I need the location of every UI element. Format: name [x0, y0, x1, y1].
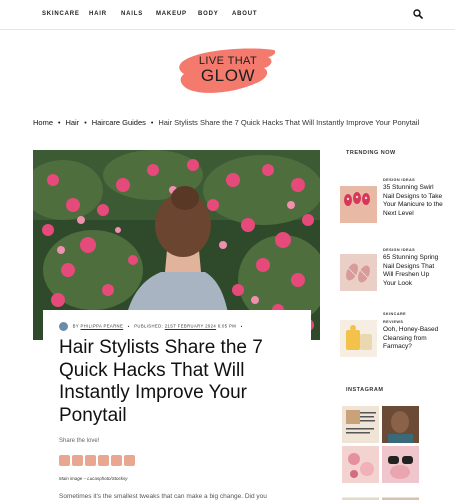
breadcrumb-current: Hair Stylists Share the 7 Quick Hacks Th… — [158, 118, 420, 127]
instagram-post[interactable] — [342, 446, 379, 483]
breadcrumb-separator: • — [58, 120, 61, 127]
article-card: BY PHILIPPA PEARNE • PUBLISHED: 21ST FEB… — [43, 310, 311, 500]
trending-subcategory[interactable]: REVIEWS — [383, 320, 403, 324]
site-logo[interactable]: LIVE THAT GLOW — [176, 44, 280, 100]
nav-skincare[interactable]: SKINCARE — [42, 11, 80, 17]
nav-makeup[interactable]: MAKEUP — [156, 11, 187, 17]
facebook-icon[interactable] — [59, 455, 70, 466]
share-buttons — [59, 453, 137, 471]
trending-thumbnail[interactable] — [340, 320, 377, 357]
trending-title[interactable]: 65 Stunning Spring Nail Designs That Wil… — [383, 254, 443, 288]
top-nav: SKINCARE HAIR NAILS MAKEUP BODY ABOUT — [0, 0, 455, 30]
published-date: 21ST FEBRUARY 2024 — [164, 323, 217, 329]
trending-title[interactable]: 35 Stunning Swirl Nail Designs to Take Y… — [383, 184, 443, 218]
breadcrumb: Home • Hair • Haircare Guides • Hair Stylists … — [33, 118, 419, 127]
meta-separator: • — [240, 323, 243, 329]
author-link[interactable]: PHILIPPA PEARNE — [80, 324, 123, 329]
nav-nails[interactable]: NAILS — [121, 11, 143, 17]
breadcrumb-separator: • — [150, 120, 154, 127]
published-label: PUBLISHED: — [134, 323, 164, 329]
logo-text-line2: GLOW — [200, 66, 256, 85]
instagram-post[interactable] — [382, 446, 419, 483]
trending-category[interactable]: DESIGN IDEAS — [383, 178, 415, 182]
author-avatar[interactable] — [59, 322, 68, 331]
image-credit: Main image – Lucasphoto/Stocksy — [59, 476, 128, 481]
nav-body[interactable]: BODY — [198, 11, 219, 17]
published-time: 6:05 PM — [217, 323, 237, 329]
meta-separator: • — [127, 323, 130, 329]
instagram-post[interactable] — [342, 486, 379, 500]
breadcrumb-haircare-guides[interactable]: Haircare Guides — [92, 118, 146, 127]
twitter-icon[interactable] — [72, 455, 83, 466]
instagram-post[interactable] — [382, 486, 419, 500]
instagram-heading: INSTAGRAM — [340, 385, 420, 395]
share-label: Share the love! — [59, 438, 100, 444]
article-title: Hair Stylists Share the 7 Quick Hacks Th… — [59, 337, 263, 426]
instagram-post[interactable] — [382, 406, 419, 443]
breadcrumb-home[interactable]: Home — [33, 118, 53, 127]
nav-about[interactable]: ABOUT — [232, 11, 257, 17]
whatsapp-icon[interactable] — [98, 455, 109, 466]
trending-now-heading: TRENDING NOW — [340, 148, 420, 158]
instagram-post[interactable] — [342, 406, 379, 443]
copy-link-icon[interactable] — [124, 455, 135, 466]
trending-now-label: TRENDING NOW — [346, 150, 396, 156]
instagram-label: INSTAGRAM — [346, 387, 384, 393]
article-lead: Sometimes it's the smallest tweaks that … — [59, 493, 267, 500]
trending-category[interactable]: DESIGN IDEAS — [383, 248, 415, 252]
trending-category[interactable]: SKINCARE — [383, 312, 406, 316]
trending-title[interactable]: Ooh, Honey-Based Cleansing from Farmacy? — [383, 326, 443, 352]
by-label: BY — [72, 323, 79, 329]
email-icon[interactable] — [111, 455, 122, 466]
breadcrumb-separator: • — [84, 120, 87, 127]
article-meta: BY PHILIPPA PEARNE • PUBLISHED: 21ST FEB… — [59, 322, 246, 331]
trending-thumbnail[interactable] — [340, 186, 377, 223]
nav-hair[interactable]: HAIR — [89, 11, 107, 17]
breadcrumb-hair[interactable]: Hair — [65, 118, 79, 127]
pinterest-icon[interactable] — [85, 455, 96, 466]
search-icon[interactable] — [413, 9, 423, 19]
trending-thumbnail[interactable] — [340, 254, 377, 291]
